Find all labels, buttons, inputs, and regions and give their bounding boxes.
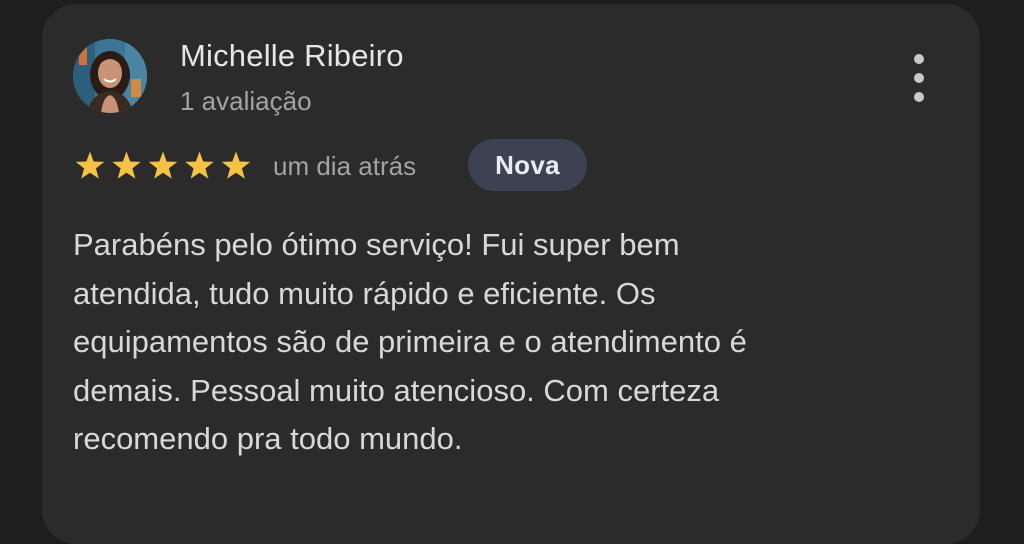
star-rating	[75, 151, 251, 179]
new-badge: Nova	[468, 139, 587, 191]
review-date: um dia atrás	[273, 151, 417, 181]
author-name[interactable]: Michelle Ribeiro	[180, 38, 404, 74]
more-vert-icon[interactable]	[904, 52, 934, 104]
review-text-line: recomendo pra todo mundo.	[73, 421, 463, 456]
star-icon	[185, 151, 214, 179]
review-text-line: demais. Pessoal muito atencioso. Com cer…	[73, 372, 720, 408]
star-icon	[112, 151, 141, 179]
menu-dot	[914, 73, 924, 83]
review-text: Parabéns pelo ótimo serviço! Fui super b…	[73, 221, 933, 464]
review-text-line: Parabéns pelo ótimo serviço! Fui super b…	[73, 227, 680, 262]
review-text-line: equipamentos são de primeira e o atendim…	[73, 324, 747, 359]
avatar-photo	[73, 39, 147, 113]
author-review-count: 1 avaliação	[180, 86, 312, 116]
review-text-line: atendida, tudo muito rápido e eficiente.…	[73, 275, 656, 311]
star-icon	[75, 151, 105, 179]
menu-dot	[914, 54, 924, 64]
star-icon	[221, 151, 251, 179]
review-card: Michelle Ribeiro 1 avaliação um dia atrá…	[42, 4, 980, 544]
menu-dot	[914, 92, 924, 102]
star-icon	[148, 151, 178, 179]
avatar[interactable]	[73, 39, 147, 113]
